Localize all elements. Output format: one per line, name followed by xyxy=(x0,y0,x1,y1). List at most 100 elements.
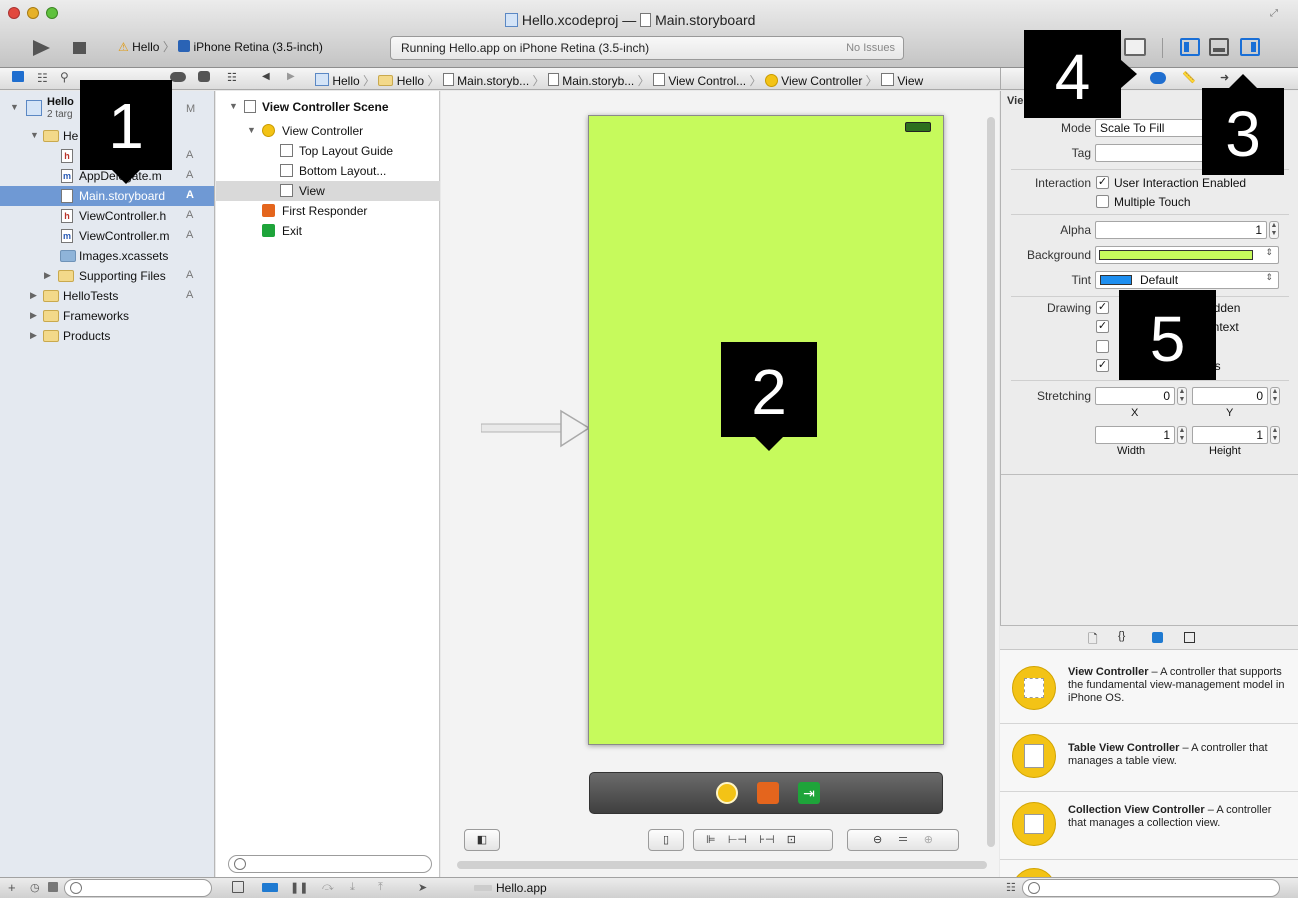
jump-crumb-controller[interactable]: View Controller xyxy=(781,74,862,88)
jump-crumb-view[interactable]: View xyxy=(897,74,923,88)
breakpoint-navigator-tab[interactable] xyxy=(170,72,186,82)
size-inspector-tab[interactable]: 📏 xyxy=(1182,71,1196,84)
step-over-button[interactable]: ⤼ xyxy=(322,881,334,894)
stretch-width-field[interactable]: 1 xyxy=(1095,426,1175,444)
disclosure-triangle-icon[interactable]: ▼ xyxy=(229,101,238,111)
back-arrow-icon[interactable]: ◀ xyxy=(262,71,270,82)
grid-view-icon[interactable]: ☷ xyxy=(1006,881,1016,894)
outline-filter-field[interactable] xyxy=(228,855,432,873)
add-file-button[interactable]: + xyxy=(8,880,16,895)
pin-icon[interactable]: ⊢⊣ xyxy=(728,834,747,846)
resolve-icon[interactable]: ⊦⊣ xyxy=(759,834,774,846)
opaque-checkbox[interactable]: ✓ xyxy=(1096,301,1109,314)
breakpoints-toggle-button[interactable] xyxy=(262,883,278,892)
stretch-y-field[interactable]: 0 xyxy=(1192,387,1268,405)
stretch-y-stepper[interactable]: ▲ ▼ xyxy=(1270,387,1280,405)
navigator-filter-field[interactable] xyxy=(64,879,212,897)
align-icon[interactable]: ⊫ xyxy=(706,834,716,846)
connections-inspector-tab[interactable]: ➜ xyxy=(1220,71,1229,84)
simulated-size-button[interactable]: ▯ xyxy=(648,829,684,851)
zoom-window-button[interactable] xyxy=(46,7,58,19)
zoom-out-icon[interactable]: ⊖ xyxy=(873,834,882,846)
hide-debug-area-button[interactable] xyxy=(232,881,244,893)
multiple-touch-checkbox[interactable] xyxy=(1096,195,1109,208)
disclosure-triangle-icon[interactable]: ▶ xyxy=(30,310,37,321)
library-item[interactable]: Collection View Controller – A controlle… xyxy=(1000,794,1298,860)
fullscreen-icon[interactable]: ⤢ xyxy=(1270,8,1278,19)
utilities-toggle-button[interactable] xyxy=(1240,38,1260,56)
related-items-icon[interactable]: ☷ xyxy=(227,71,237,84)
navigator-toggle-button[interactable] xyxy=(1180,38,1200,56)
log-navigator-tab[interactable] xyxy=(198,71,210,82)
issues-status[interactable]: No Issues xyxy=(846,42,895,54)
background-color-well[interactable]: ⇕ xyxy=(1095,246,1279,264)
jump-crumb-file[interactable]: Main.storyb... xyxy=(457,74,529,88)
group-row[interactable]: ▶ Supporting Files A xyxy=(0,266,214,286)
library-filter-field[interactable] xyxy=(1022,879,1280,897)
resize-icon[interactable]: ⊡ xyxy=(787,834,796,846)
media-library-tab[interactable] xyxy=(1184,632,1195,643)
pause-button[interactable]: ❚❚ xyxy=(290,881,308,894)
jump-crumb-project[interactable]: Hello xyxy=(332,74,359,88)
autoresize-subviews-checkbox[interactable]: ✓ xyxy=(1096,359,1109,372)
file-row[interactable]: m ViewController.m A xyxy=(0,226,214,246)
jump-crumb-scene[interactable]: View Control... xyxy=(668,74,746,88)
alpha-stepper[interactable]: ▲ ▼ xyxy=(1269,221,1279,239)
object-library-tab[interactable] xyxy=(1152,632,1163,643)
disclosure-triangle-icon[interactable]: ▶ xyxy=(30,330,37,341)
library-item[interactable]: Table View Controller – A controller tha… xyxy=(1000,726,1298,792)
group-row[interactable]: ▶ HelloTests A xyxy=(0,286,214,306)
file-template-tab[interactable]: 🗋 xyxy=(1088,630,1098,651)
layout-buttons-group[interactable]: ⊫ ⊢⊣ ⊦⊣ ⊡ xyxy=(693,829,833,851)
exit-icon[interactable]: ⇥ xyxy=(798,782,820,804)
minimize-window-button[interactable] xyxy=(27,7,39,19)
disclosure-triangle-icon[interactable]: ▶ xyxy=(30,290,37,301)
vertical-scrollbar[interactable] xyxy=(987,117,995,847)
debug-area-toggle-button[interactable] xyxy=(1209,38,1229,56)
outline-controller-row[interactable]: ▼ View Controller xyxy=(216,121,440,141)
step-into-button[interactable]: ⤓ xyxy=(350,881,355,894)
file-row[interactable]: Images.xcassets xyxy=(0,246,214,266)
file-row-selected[interactable]: Main.storyboard A xyxy=(0,186,214,206)
identity-inspector-tab[interactable] xyxy=(1150,72,1166,84)
disclosure-triangle-icon[interactable]: ▼ xyxy=(10,102,19,112)
search-navigator-tab[interactable]: ⚲ xyxy=(60,70,69,84)
symbol-navigator-tab[interactable]: ☷ xyxy=(37,71,48,85)
stretch-height-stepper[interactable]: ▲ ▼ xyxy=(1270,426,1280,444)
view-controller-icon[interactable] xyxy=(716,782,738,804)
group-row[interactable]: ▶ Products xyxy=(0,326,214,346)
forward-arrow-icon[interactable]: ▶ xyxy=(287,71,295,82)
project-navigator-tab[interactable] xyxy=(12,71,24,82)
tint-color-well[interactable]: Default ⇕ xyxy=(1095,271,1279,289)
run-button[interactable] xyxy=(31,39,51,57)
zoom-buttons-group[interactable]: ⊖ ＝ ⊕ xyxy=(847,829,959,851)
version-editor-button[interactable] xyxy=(1124,38,1146,56)
location-button[interactable]: ➤ xyxy=(418,881,427,894)
stop-button[interactable] xyxy=(72,41,88,55)
outline-view-row-selected[interactable]: View xyxy=(216,181,440,201)
file-row[interactable]: h ViewController.h A xyxy=(0,206,214,226)
storyboard-canvas[interactable]: ⇥ ◧ ▯ ⊫ ⊢⊣ ⊦⊣ ⊡ ⊖ ＝ ⊕ xyxy=(441,91,999,877)
stretch-x-stepper[interactable]: ▲ ▼ xyxy=(1177,387,1187,405)
library-item[interactable]: View Controller – A controller that supp… xyxy=(1000,656,1298,724)
close-window-button[interactable] xyxy=(8,7,20,19)
disclosure-triangle-icon[interactable]: ▶ xyxy=(44,270,51,281)
zoom-in-icon[interactable]: ⊕ xyxy=(924,834,933,846)
stretch-height-field[interactable]: 1 xyxy=(1192,426,1268,444)
jump-crumb-group[interactable]: Hello xyxy=(397,74,424,88)
step-out-button[interactable]: ⤒ xyxy=(378,881,383,894)
outline-responder-row[interactable]: First Responder xyxy=(216,201,440,221)
recent-files-icon[interactable]: ◷ xyxy=(30,881,40,894)
user-interaction-checkbox[interactable]: ✓ xyxy=(1096,176,1109,189)
outline-guide-row[interactable]: Top Layout Guide xyxy=(216,141,440,161)
zoom-actual-icon[interactable]: ＝ xyxy=(898,834,909,846)
group-row[interactable]: ▶ Frameworks xyxy=(0,306,214,326)
jump-crumb-storyboard[interactable]: Main.storyb... xyxy=(562,74,634,88)
show-outline-button[interactable]: ◧ xyxy=(464,829,500,851)
source-control-filter-icon[interactable] xyxy=(48,882,58,892)
horizontal-scrollbar[interactable] xyxy=(457,861,987,869)
outline-scene-row[interactable]: ▼ View Controller Scene xyxy=(216,97,440,117)
stretch-width-stepper[interactable]: ▲ ▼ xyxy=(1177,426,1187,444)
disclosure-triangle-icon[interactable]: ▼ xyxy=(247,125,256,135)
stretch-x-field[interactable]: 0 xyxy=(1095,387,1175,405)
